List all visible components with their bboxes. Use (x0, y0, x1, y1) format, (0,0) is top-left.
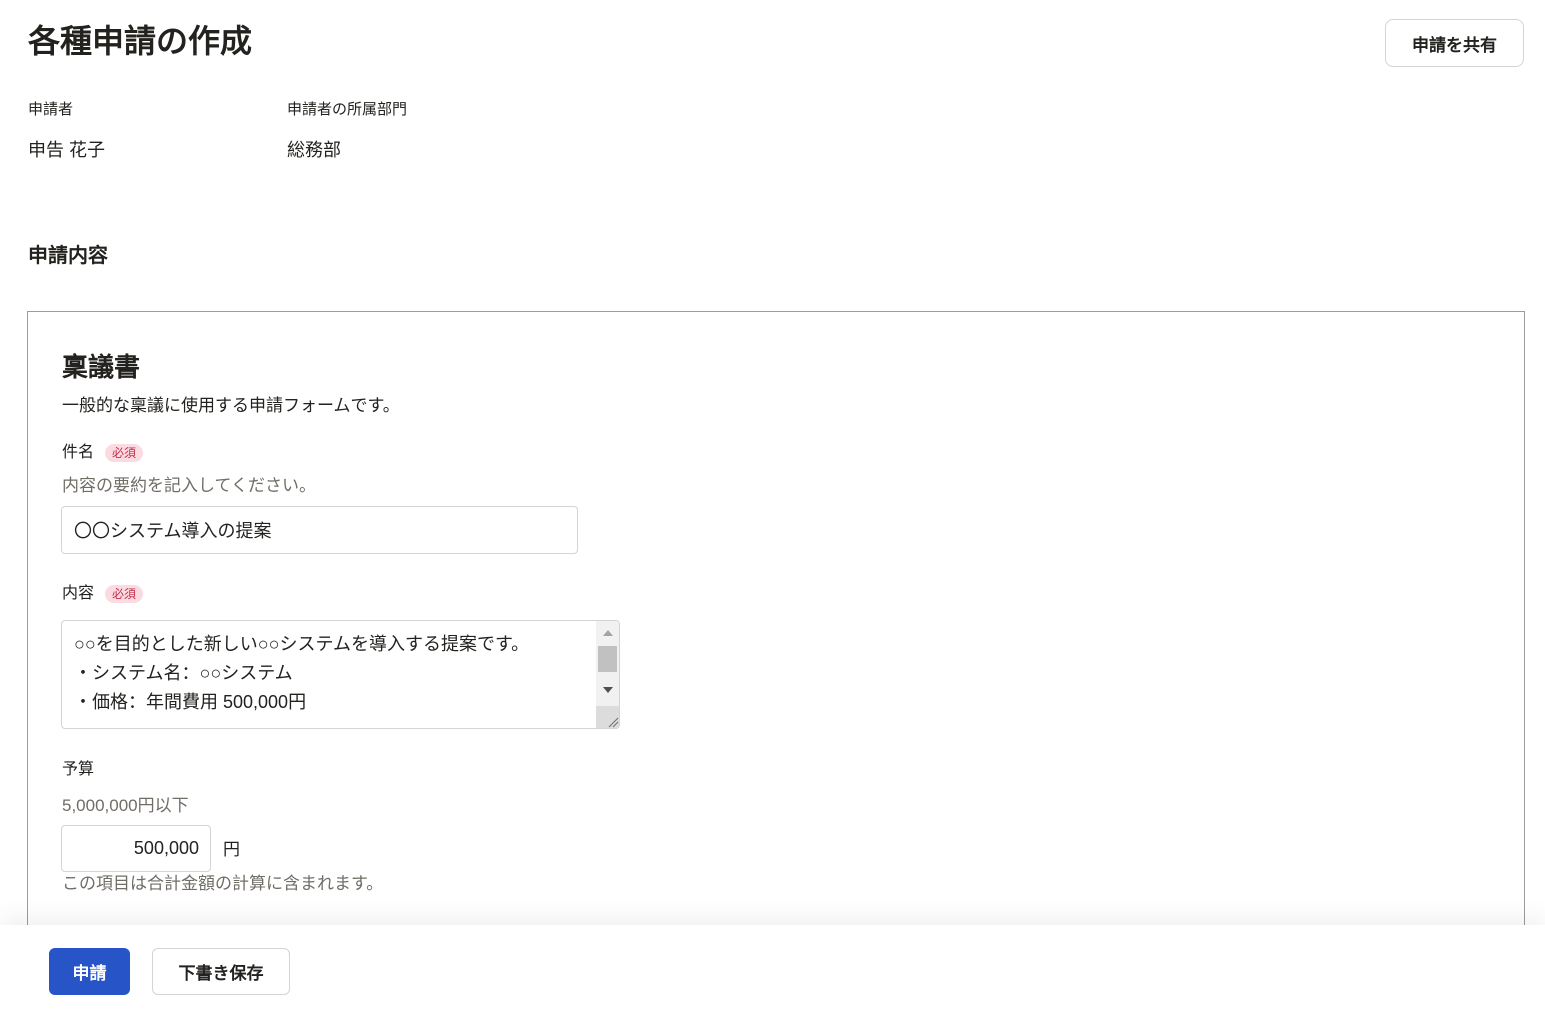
subject-label: 件名 (62, 444, 95, 461)
footer-action-bar: 申請 下書き保存 (0, 925, 1545, 1015)
scroll-down-button[interactable] (596, 678, 619, 702)
textarea-scrollbar[interactable] (596, 621, 619, 728)
required-badge: 必須 (105, 444, 144, 462)
resize-handle[interactable] (596, 706, 619, 728)
subject-label-row: 件名 必須 (62, 442, 144, 464)
content-textarea-wrapper: ○○を目的とした新しい○○システムを導入する提案です。 ・システム名：○○システ… (61, 620, 620, 729)
applicant-label: 申請者 (28, 101, 74, 118)
scrollbar-thumb[interactable] (598, 646, 617, 672)
subject-input[interactable] (61, 506, 578, 554)
form-title: 稟議書 (62, 352, 141, 382)
applicant-name: 申告 花子 (28, 140, 106, 160)
department-name: 総務部 (287, 140, 341, 160)
scroll-down-arrow-icon (602, 687, 613, 693)
budget-label: 予算 (62, 761, 95, 778)
subject-hint: 内容の要約を記入してください。 (62, 476, 316, 495)
page-title: 各種申請の作成 (28, 23, 253, 59)
content-label: 内容 (62, 585, 95, 602)
share-request-button[interactable]: 申請を共有 (1385, 19, 1524, 67)
submit-button[interactable]: 申請 (49, 948, 130, 995)
budget-note: この項目は合計金額の計算に含まれます。 (62, 874, 384, 893)
page: 各種申請の作成 申請を共有 申請者 申請者の所属部門 申告 花子 総務部 申請内… (0, 0, 1545, 1015)
content-label-row: 内容 必須 (62, 583, 144, 605)
form-description: 一般的な稟議に使用する申請フォームです。 (62, 396, 400, 415)
resize-grip-icon (608, 717, 619, 728)
budget-hint: 5,000,000円以下 (62, 796, 189, 815)
form-panel: 稟議書 一般的な稟議に使用する申請フォームです。 件名 必須 内容の要約を記入し… (27, 311, 1525, 1011)
scroll-up-button[interactable] (596, 621, 619, 645)
budget-unit: 円 (223, 840, 240, 859)
required-badge: 必須 (105, 585, 144, 603)
section-title: 申請内容 (28, 245, 108, 267)
save-draft-button[interactable]: 下書き保存 (152, 948, 290, 995)
budget-label-row: 予算 (62, 759, 94, 781)
scroll-up-arrow-icon (602, 630, 613, 636)
content-textarea[interactable]: ○○を目的とした新しい○○システムを導入する提案です。 ・システム名：○○システ… (62, 621, 619, 728)
department-label: 申請者の所属部門 (287, 101, 408, 118)
budget-input[interactable] (61, 825, 211, 872)
